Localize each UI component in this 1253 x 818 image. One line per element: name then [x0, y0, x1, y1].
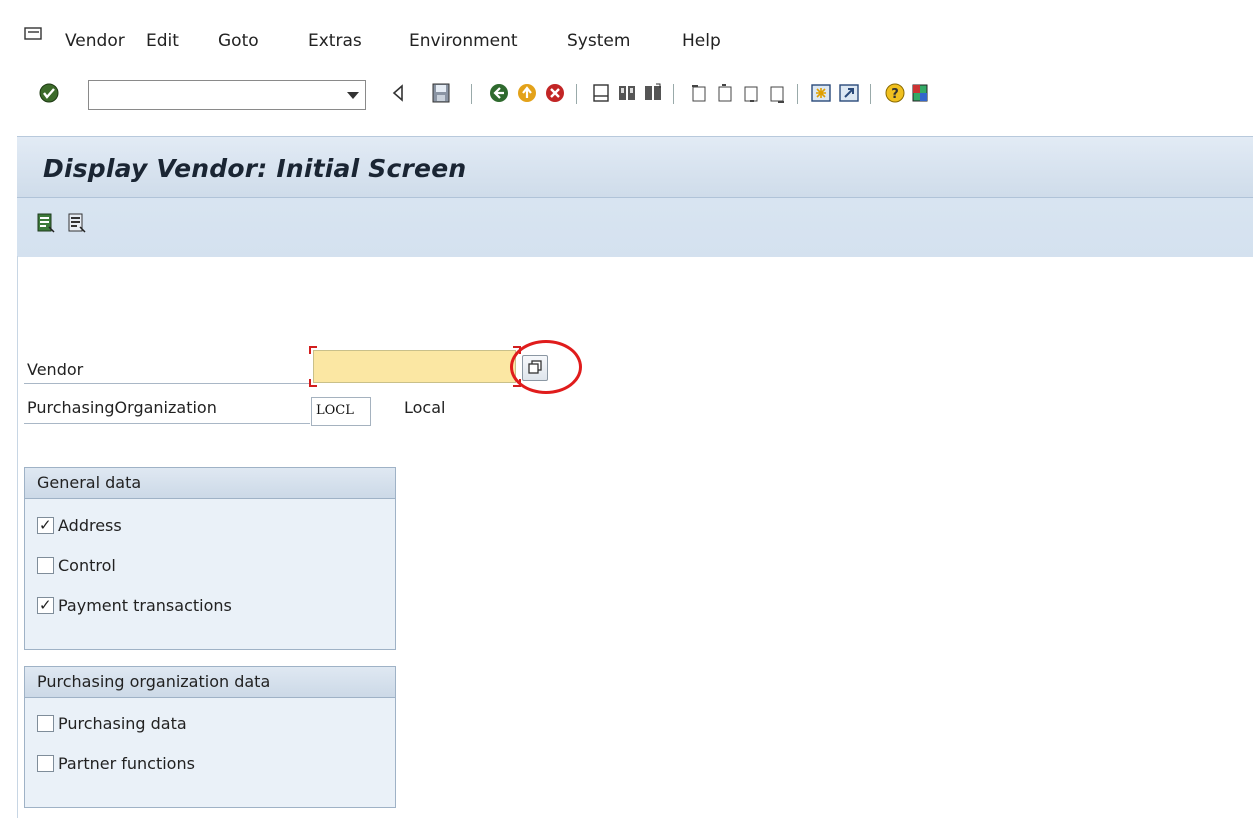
screen-header: Display Vendor: Initial Screen: [17, 136, 1253, 257]
general-data-group: General data Address Control Payment tra…: [24, 467, 396, 650]
payment-transactions-checkbox[interactable]: [37, 594, 54, 616]
svg-text:?: ?: [891, 87, 899, 102]
vendor-label: Vendor: [27, 360, 84, 379]
back-icon[interactable]: [488, 82, 510, 104]
required-marker: [309, 346, 317, 354]
toolbar-separator: [673, 84, 674, 104]
purchasing-organization-data-group: Purchasing organization data Purchasing …: [24, 666, 396, 808]
enter-icon[interactable]: [38, 82, 60, 104]
vendor-input[interactable]: [314, 351, 515, 383]
checkbox-label: Address: [58, 516, 122, 535]
command-input[interactable]: [93, 81, 337, 109]
control-checkbox-row[interactable]: Control: [37, 555, 116, 577]
partner-functions-checkbox-row[interactable]: Partner functions: [37, 753, 195, 775]
vendor-field[interactable]: [313, 350, 516, 383]
chevron-down-icon[interactable]: [347, 92, 359, 99]
create-session-icon[interactable]: [810, 82, 832, 104]
checkbox-label: Partner functions: [58, 754, 195, 773]
address-checkbox-row[interactable]: Address: [37, 514, 122, 537]
other-vendor-icon[interactable]: [37, 213, 55, 233]
first-page-icon[interactable]: [688, 82, 710, 104]
last-page-icon[interactable]: [766, 82, 788, 104]
group-title: General data: [25, 468, 395, 499]
partner-functions-checkbox[interactable]: [37, 755, 54, 772]
required-marker: [309, 379, 317, 387]
purchasing-data-checkbox[interactable]: [37, 715, 54, 732]
find-icon[interactable]: [616, 82, 638, 104]
checkbox-label: Payment transactions: [58, 596, 232, 615]
menu-system[interactable]: System: [567, 31, 630, 51]
customize-layout-icon[interactable]: [910, 82, 932, 104]
previous-page-icon[interactable]: [714, 82, 736, 104]
back-arrow-icon[interactable]: [388, 82, 410, 104]
toolbar-separator: [576, 84, 577, 104]
label-underline: [24, 383, 310, 384]
page-title: Display Vendor: Initial Screen: [43, 154, 467, 183]
checkbox-label: Purchasing data: [58, 714, 187, 733]
purchasing-data-checkbox-row[interactable]: Purchasing data: [37, 713, 187, 735]
purchasing-organization-label: PurchasingOrganization: [27, 398, 217, 417]
purchasing-organization-description: Local: [404, 398, 446, 417]
content-border: [17, 256, 18, 818]
command-field[interactable]: [88, 80, 366, 110]
standard-toolbar: ?: [0, 70, 1253, 120]
find-next-icon[interactable]: [642, 82, 664, 104]
menu-goto[interactable]: Goto: [218, 31, 259, 51]
group-title: Purchasing organization data: [25, 667, 395, 698]
checkbox-label: Control: [58, 556, 116, 575]
toolbar-separator: [797, 84, 798, 104]
title-bar: Display Vendor: Initial Screen: [17, 137, 1253, 198]
cancel-icon[interactable]: [544, 82, 566, 104]
system-menu-icon[interactable]: [24, 27, 42, 41]
address-checkbox[interactable]: [37, 514, 54, 536]
menu-vendor[interactable]: Vendor: [65, 31, 125, 51]
control-checkbox[interactable]: [37, 557, 54, 574]
menu-bar: Vendor Edit Goto Extras Environment Syst…: [0, 0, 1253, 56]
purchasing-organization-field[interactable]: LOCL: [311, 397, 371, 426]
exit-icon[interactable]: [516, 82, 538, 104]
display-document-icon[interactable]: [68, 213, 86, 233]
menu-extras[interactable]: Extras: [308, 31, 362, 51]
help-icon[interactable]: ?: [884, 82, 906, 104]
toolbar-separator: [870, 84, 871, 104]
print-icon[interactable]: [590, 82, 612, 104]
menu-edit[interactable]: Edit: [146, 31, 179, 51]
toolbar-separator: [471, 84, 472, 104]
label-underline: [24, 423, 310, 424]
annotation-highlight-circle: [510, 340, 582, 394]
menu-help[interactable]: Help: [682, 31, 721, 51]
menu-environment[interactable]: Environment: [409, 31, 518, 51]
application-toolbar: [37, 213, 94, 237]
save-icon[interactable]: [430, 82, 452, 104]
next-page-icon[interactable]: [740, 82, 762, 104]
shortcut-icon[interactable]: [838, 82, 860, 104]
payment-transactions-checkbox-row[interactable]: Payment transactions: [37, 594, 232, 617]
